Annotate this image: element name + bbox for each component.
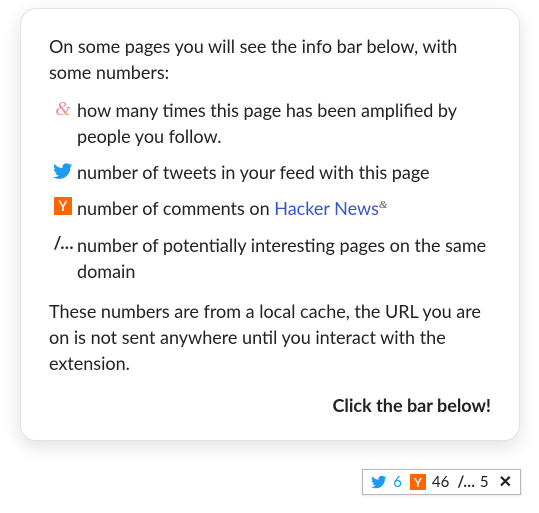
twitter-icon	[49, 159, 77, 181]
hackernews-icon: Y	[49, 195, 77, 215]
ampersand-icon: &	[49, 97, 77, 119]
legend-text-hn: number of comments on Hacker News&	[77, 195, 491, 221]
info-card: On some pages you will see the info bar …	[20, 8, 520, 441]
hackernews-icon: Y	[410, 474, 426, 490]
legend-text-domain: number of potentially interesting pages …	[77, 232, 491, 284]
tweet-count: 6	[393, 473, 402, 491]
twitter-icon	[371, 474, 387, 490]
legend-list: & how many times this page has been ampl…	[49, 97, 491, 284]
footer-note: These numbers are from a local cache, th…	[49, 298, 491, 376]
legend-text-amplified: how many times this page has been amplif…	[77, 97, 491, 149]
cta-text: Click the bar below!	[49, 392, 491, 418]
info-bar[interactable]: 6 Y 46 /… 5 ✕	[362, 469, 521, 495]
domain-icon: /…	[49, 232, 77, 251]
legend-item-hn: Y number of comments on Hacker News&	[49, 195, 491, 221]
legend-item-amplified: & how many times this page has been ampl…	[49, 97, 491, 149]
domain-count: 5	[480, 473, 489, 491]
intro-text: On some pages you will see the info bar …	[49, 33, 491, 85]
close-icon[interactable]: ✕	[497, 474, 514, 490]
legend-item-domain: /… number of potentially interesting pag…	[49, 232, 491, 284]
hackernews-link[interactable]: Hacker News	[274, 197, 379, 219]
domain-icon: /…	[457, 473, 474, 491]
hn-count: 46	[432, 473, 449, 491]
legend-item-tweets: number of tweets in your feed with this …	[49, 159, 491, 185]
hn-superscript: &	[379, 199, 388, 211]
legend-text-tweets: number of tweets in your feed with this …	[77, 159, 491, 185]
